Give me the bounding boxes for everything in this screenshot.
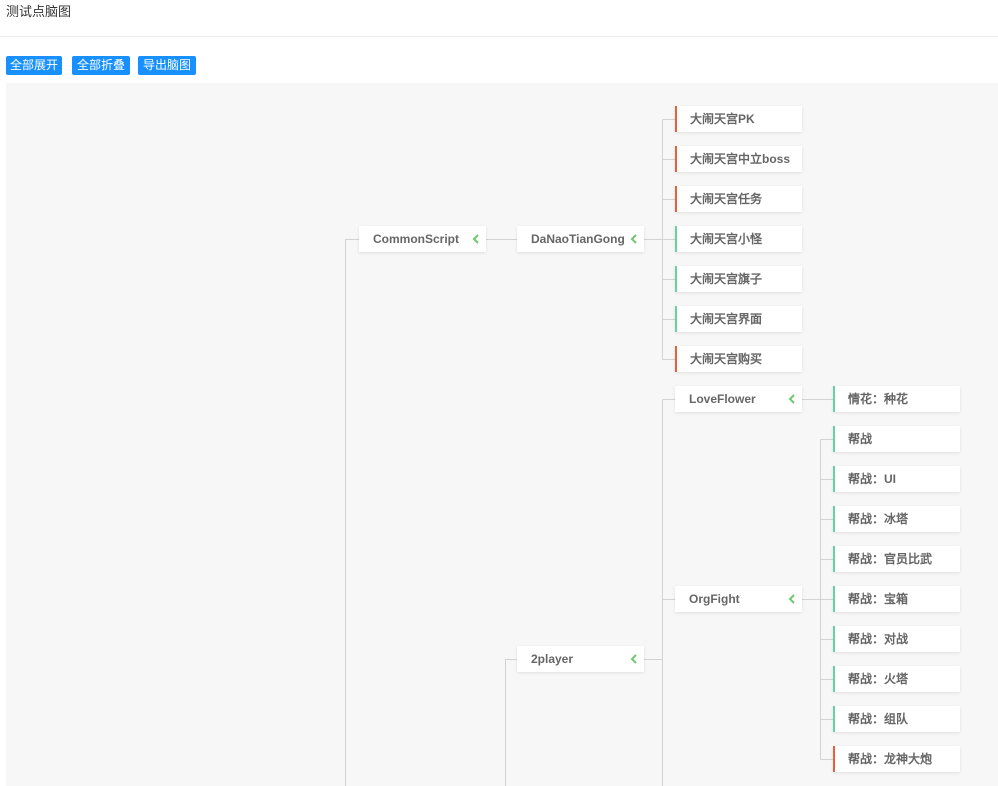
connector-line: [802, 439, 833, 760]
node-label: 帮战：对战: [848, 632, 909, 646]
node-label: 帮战：组队: [848, 712, 909, 726]
expand-all-button[interactable]: 全部展开: [6, 56, 62, 75]
node-label: CommonScript: [373, 232, 460, 246]
chevron-left-icon[interactable]: [630, 654, 637, 664]
node-commonscript[interactable]: CommonScript: [359, 226, 486, 252]
node-danaotiangong-ui[interactable]: 大闹天宫界面: [675, 306, 802, 332]
node-label: 帮战：UI: [848, 472, 897, 486]
connector-line: [345, 239, 359, 786]
page-title: 测试点脑图: [6, 4, 72, 19]
node-orgfight[interactable]: OrgFight: [675, 586, 802, 612]
node-label: 大闹天宫PK: [690, 112, 755, 126]
node-label: DaNaoTianGong: [531, 232, 625, 246]
node-label: OrgFight: [689, 592, 740, 606]
node-label: 帮战：宝箱: [848, 592, 909, 606]
chevron-left-icon[interactable]: [788, 394, 795, 404]
node-orgfight-ice-tower[interactable]: 帮战：冰塔: [833, 506, 960, 532]
node-label: 大闹天宫购买: [690, 352, 763, 366]
node-danaotiangong-pk[interactable]: 大闹天宫PK: [675, 106, 802, 132]
node-orgfight-ui[interactable]: 帮战：UI: [833, 466, 960, 492]
node-label: 帮战: [848, 432, 873, 446]
node-orgfight-chest[interactable]: 帮战：宝箱: [833, 586, 960, 612]
node-danaotiangong-neutral-boss[interactable]: 大闹天宫中立boss: [675, 146, 802, 172]
node-label: 大闹天宫中立boss: [690, 152, 791, 166]
node-loveflower[interactable]: LoveFlower: [675, 386, 802, 412]
node-danaotiangong[interactable]: DaNaoTianGong: [517, 226, 644, 252]
node-orgfight-dragon-cannon[interactable]: 帮战：龙神大炮: [833, 746, 960, 772]
node-label: 帮战：火塔: [848, 672, 909, 686]
mindmap-canvas[interactable]: CommonScript DaNaoTianGong 大闹天宫PK 大闹天宫中立…: [6, 83, 998, 786]
chevron-left-icon[interactable]: [788, 594, 795, 604]
node-orgfight-battle[interactable]: 帮战：对战: [833, 626, 960, 652]
node-label: 帮战：官员比武: [848, 552, 933, 566]
node-orgfight-team[interactable]: 帮战：组队: [833, 706, 960, 732]
node-label: 大闹天宫旗子: [690, 272, 763, 286]
node-orgfight-officer-duel[interactable]: 帮战：官员比武: [833, 546, 960, 572]
connector-line: [644, 399, 675, 786]
node-danaotiangong-minion[interactable]: 大闹天宫小怪: [675, 226, 802, 252]
node-label: 大闹天宫小怪: [690, 232, 763, 246]
node-label: 大闹天宫界面: [690, 312, 763, 326]
node-danaotiangong-shop[interactable]: 大闹天宫购买: [675, 346, 802, 372]
node-label: 情花：种花: [848, 392, 909, 406]
connector-line: [644, 119, 675, 360]
chevron-left-icon[interactable]: [472, 234, 479, 244]
chevron-left-icon[interactable]: [630, 234, 637, 244]
header-divider: [0, 36, 998, 37]
connector-line: [505, 659, 517, 786]
node-label: 大闹天宫任务: [690, 192, 763, 206]
node-label: 2player: [531, 652, 574, 666]
node-label: 帮战：龙神大炮: [848, 752, 933, 766]
node-label: LoveFlower: [689, 392, 756, 406]
export-mindmap-button[interactable]: 导出脑图: [138, 56, 196, 75]
node-label: 帮战：冰塔: [848, 512, 909, 526]
node-danaotiangong-task[interactable]: 大闹天宫任务: [675, 186, 802, 212]
node-orgfight-fire-tower[interactable]: 帮战：火塔: [833, 666, 960, 692]
node-loveflower-plant[interactable]: 情花：种花: [833, 386, 960, 412]
node-orgfight-main[interactable]: 帮战: [833, 426, 960, 452]
node-danaotiangong-flag[interactable]: 大闹天宫旗子: [675, 266, 802, 292]
collapse-all-button[interactable]: 全部折叠: [72, 56, 130, 75]
node-2player[interactable]: 2player: [517, 646, 644, 672]
